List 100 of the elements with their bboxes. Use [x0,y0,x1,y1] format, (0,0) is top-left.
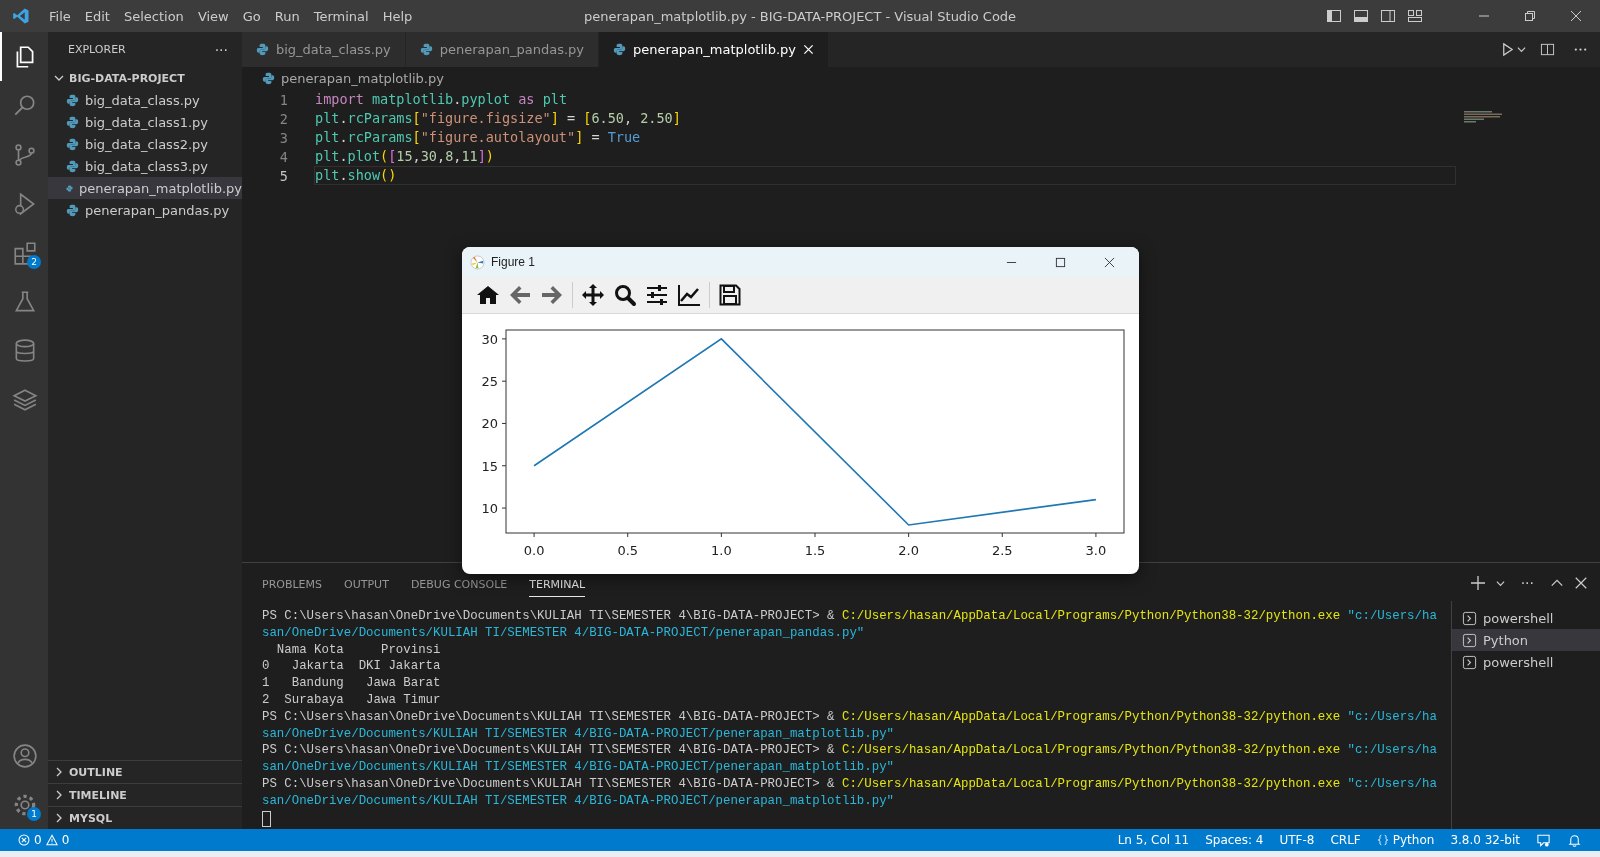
python-file-icon [613,43,627,56]
search-icon[interactable] [613,283,637,307]
chevron-icon [54,767,64,777]
more-actions-button[interactable]: ··· [214,41,228,58]
terminal-line: san/OneDrive/Documents/KULIAH TI/SEMESTER 4/BIG-DATA-PROJECT/penerapan_matplotlib.py" [262,792,896,810]
x-tick: 2.5 [991,532,1013,558]
back-arrow-icon[interactable] [508,283,532,307]
vscode-logo-icon [12,7,30,25]
terminal-icon [1462,632,1477,648]
menu-item[interactable]: Help [375,8,420,24]
folder-header[interactable]: BIG-DATA-PROJECT [48,67,242,89]
menu-item[interactable]: Selection [116,8,191,24]
sliders-icon[interactable] [645,283,669,307]
home-icon[interactable] [476,283,500,307]
secondary-sidebar-icon[interactable] [1380,8,1396,24]
activity-bar-item[interactable]: 2 [0,228,48,277]
panel-tab[interactable]: OUTPUT [344,569,389,597]
x-tick-label: 1.0 [711,543,732,558]
interpreter-status[interactable]: 3.8.0 32-bit [1442,833,1528,847]
terminal-line: 1 Bandung Jawa Barat [262,675,442,692]
python-file-icon [262,71,275,85]
sidebar-toggle-icon[interactable] [1326,8,1342,24]
bell-icon[interactable] [1567,832,1582,848]
menu-item[interactable]: View [190,8,236,24]
account-icon[interactable] [12,742,38,769]
tree-item[interactable]: big_data_class3.py [48,155,242,177]
save-icon[interactable] [718,283,742,307]
section-header[interactable]: OUTLINE [48,760,242,783]
extensions-icon [12,239,38,266]
x-tick-label: 3.0 [1085,543,1107,558]
add-icon[interactable] [1469,575,1486,591]
y-tick-label: 30 [481,331,498,347]
python-file-icon [66,203,79,217]
window-title: penerapan_matplotlib.py - BIG-DATA-PROJECT - Visual Studio Code [583,8,1017,24]
problems-status[interactable]: 0 0 [10,833,78,847]
editor-tab[interactable]: big_data_class.py [242,32,406,67]
layout-icon[interactable] [1407,8,1423,24]
tree-item[interactable]: penerapan_matplotlib.py [48,177,242,199]
terminal-icon [1462,654,1477,670]
python-file-icon [66,93,79,107]
panel-toggle-icon[interactable] [1353,8,1369,24]
terminal-line: san/OneDrive/Documents/KULIAH TI/SEMESTER 4/BIG-DATA-PROJECT/penerapan_pandas.py" [262,624,866,642]
status-item[interactable]: CRLF [1322,833,1369,847]
move-icon[interactable] [581,283,605,307]
code-line: plt.plot([15,30,8,11]) [314,147,495,166]
line-number: 2 [278,110,289,127]
caret-icon[interactable] [1495,578,1505,588]
y-tick: 25 [481,374,507,390]
menu-item[interactable]: Run [267,8,307,24]
feedback-icon[interactable] [1536,832,1551,848]
editor-tab[interactable]: penerapan_pandas.py [405,32,600,67]
status-item[interactable]: UTF-8 [1271,833,1323,847]
run-icon[interactable] [1500,42,1515,57]
panel-tab[interactable]: DEBUG CONSOLE [410,569,508,597]
forward-arrow-icon[interactable] [540,283,564,307]
count-badge: 2 [27,255,41,269]
caret-icon[interactable] [1517,45,1526,54]
more-actions-button[interactable]: ··· [1520,575,1534,591]
status-item[interactable]: Ln 5, Col 11 [1109,833,1198,847]
count-badge: 1 [27,807,41,821]
language-status[interactable]: Python [1368,833,1443,847]
minimap-drawing [1464,111,1504,123]
menu-item[interactable]: Go [235,8,268,24]
x-tick-label: 1.5 [804,543,826,558]
terminal-item[interactable]: powershell [1452,651,1600,673]
x-tick-label: 0.0 [523,543,545,558]
tree-item[interactable]: big_data_class.py [48,89,242,111]
status-item[interactable]: Spaces: 4 [1197,833,1272,847]
code-line: plt.rcParams["figure.autolayout"] = True [314,128,642,147]
terminal-line: PS C:\Users\hasan\OneDrive\Documents\KULIAH TI\SEMESTER 4\BIG-DATA-PROJECT> & C:/Users/hasan/AppData/Local/Programs/Python/Python38-32/python.exe "c:/Users/ha [262,742,1438,760]
tree-item[interactable]: penerapan_pandas.py [48,199,242,221]
warning-icon [45,834,58,846]
menu-item[interactable]: Terminal [306,8,376,24]
terminal-line: Nama Kota Provinsi [275,641,442,659]
terminal-item[interactable]: powershell [1452,607,1600,629]
y-tick: 30 [481,331,507,347]
editor-tab[interactable]: penerapan_matplotlib.py [599,32,829,67]
terminal-item[interactable]: Python [1452,629,1600,651]
breadcrumb[interactable]: penerapan_matplotlib.py [281,70,444,86]
restore-icon[interactable] [1524,10,1536,22]
split-editor-icon[interactable] [1540,42,1555,57]
python-file-icon [419,43,433,56]
close-icon[interactable] [1104,256,1115,268]
terminal-line: PS C:\Users\hasan\OneDrive\Documents\KULIAH TI\SEMESTER 4\BIG-DATA-PROJECT> & C:/Users/hasan/AppData/Local/Programs/Python/Python38-32/python.exe "c:/Users/ha [262,608,1438,625]
code-line: plt.rcParams["figure.figsize"] = [6.50, 2.50] [314,109,682,128]
tree-item[interactable]: big_data_class2.py [48,133,242,155]
line-chart-icon[interactable] [677,283,701,307]
y-tick-label: 10 [481,501,498,517]
tree-item[interactable]: big_data_class1.py [48,111,242,133]
y-tick-label: 25 [481,374,498,390]
menu-item[interactable]: Edit [77,8,117,24]
chevron-icon [54,813,64,823]
error-icon [18,834,30,846]
section-header[interactable]: TIMELINE [48,783,242,806]
maximize-icon[interactable] [1055,256,1066,268]
menu-item[interactable]: File [42,8,78,24]
y-tick-label: 20 [481,416,498,432]
x-tick-label: 2.5 [991,543,1013,558]
panel-tab[interactable]: PROBLEMS [262,569,323,597]
sidebar-title: EXPLORER [68,43,126,56]
